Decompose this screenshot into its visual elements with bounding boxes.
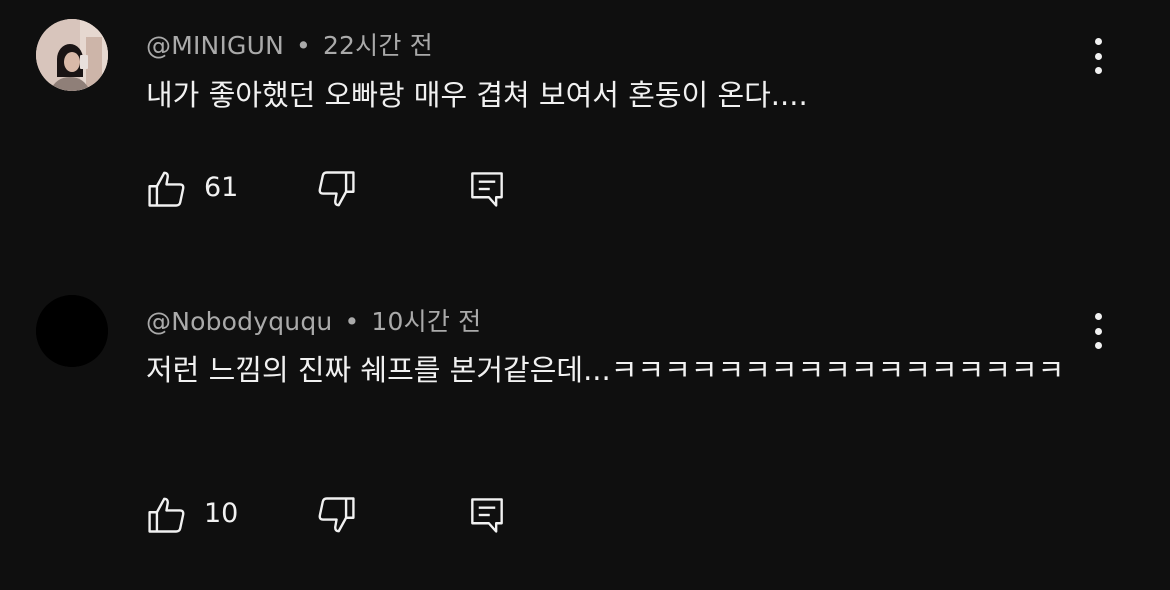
comment-thread: @Nobodyququ • 10시간 전 저런 느낌의 진짜 쉐프를 본거같은데..… [0, 280, 1170, 580]
more-actions-button[interactable] [1082, 36, 1114, 76]
comment-text: 저런 느낌의 진짜 쉐프를 본거같은데...ㅋㅋㅋㅋㅋㅋㅋㅋㅋㅋㅋㅋㅋㅋㅋㅋㅋ [146, 353, 1065, 387]
like-button[interactable] [142, 490, 192, 540]
thumbs-down-icon [318, 171, 355, 207]
blank-avatar-icon [36, 295, 108, 367]
separator-dot: • [296, 31, 311, 60]
comment-actions: 61 [0, 164, 1170, 214]
separator-dot: • [344, 307, 360, 336]
comment-time[interactable]: 10시간 전 [371, 307, 481, 336]
author-name[interactable]: @Nobodyququ [146, 307, 332, 336]
more-vert-icon [1094, 313, 1102, 320]
comment-text: 내가 좋아했던 오빠랑 매우 겹쳐 보여서 혼동이 온다.... [146, 78, 808, 112]
comment-meta: @Nobodyququ • 10시간 전 [146, 302, 481, 338]
comment-meta: @MINIGUN • 22시간 전 [146, 26, 433, 62]
thumbs-down-icon [318, 497, 355, 533]
profile-photo-icon [36, 19, 108, 91]
like-count: 61 [204, 172, 239, 203]
like-count: 10 [204, 498, 239, 529]
thumbs-up-icon [148, 171, 185, 207]
more-vert-icon [1094, 38, 1102, 45]
reply-icon [471, 498, 503, 533]
comment-actions: 10 [0, 490, 1170, 540]
more-actions-button[interactable] [1082, 311, 1114, 351]
dislike-button[interactable] [311, 164, 361, 214]
avatar[interactable] [36, 295, 108, 367]
author-name[interactable]: @MINIGUN [146, 31, 284, 60]
comment-time[interactable]: 22시간 전 [323, 31, 433, 60]
comment-thread: @MINIGUN • 22시간 전 내가 좋아했던 오빠랑 매우 겹쳐 보여서 혼동… [0, 0, 1170, 260]
avatar[interactable] [36, 19, 108, 91]
reply-button[interactable] [462, 164, 512, 214]
dislike-button[interactable] [311, 490, 361, 540]
like-button[interactable] [142, 164, 192, 214]
thumbs-up-icon [148, 497, 185, 533]
reply-icon [471, 172, 503, 207]
reply-button[interactable] [462, 490, 512, 540]
